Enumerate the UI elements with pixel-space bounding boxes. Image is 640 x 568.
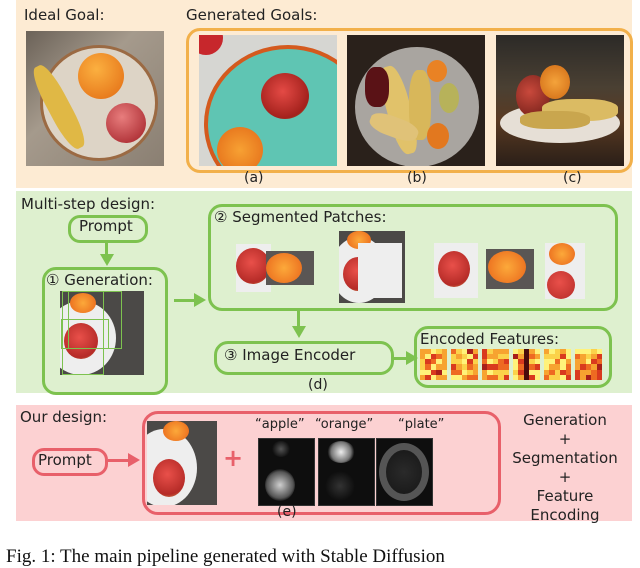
feature-cell xyxy=(565,374,571,380)
arrow-head xyxy=(100,254,114,266)
feature-cell xyxy=(472,374,478,380)
our-design-title: Our design: xyxy=(20,408,108,426)
encoded-features-label: Encoded Features: xyxy=(420,330,559,348)
generated-goals-label: Generated Goals: xyxy=(186,6,318,24)
generated-goal-image-a xyxy=(199,35,337,166)
subfigure-label-e: (e) xyxy=(277,504,297,520)
ideal-goal-image xyxy=(26,31,164,166)
our-design-panel: Our design: Prompt + “apple” “orange” “p… xyxy=(16,405,632,524)
patch-5 xyxy=(486,249,534,289)
patch-4b xyxy=(434,243,478,298)
arrow-head xyxy=(194,293,206,307)
multi-step-title: Multi-step design: xyxy=(21,195,156,213)
feature-cell xyxy=(596,374,602,380)
feature-map xyxy=(451,349,478,380)
plate-mask xyxy=(376,438,433,506)
patch-6 xyxy=(545,243,585,299)
feature-map xyxy=(575,349,602,380)
multi-step-panel: Multi-step design: Prompt ① Generation: … xyxy=(16,191,632,395)
generated-goal-image-b xyxy=(347,35,485,166)
mask-label-apple: “apple” xyxy=(255,417,305,432)
summary-feature-encoding: Feature Encoding xyxy=(530,487,600,524)
generation-to-patches-arrow xyxy=(174,299,196,302)
image-encoder-label: ③ Image Encoder xyxy=(224,346,356,364)
ideal-goal-label: Ideal Goal: xyxy=(24,6,105,24)
feature-map xyxy=(544,349,571,380)
feature-map xyxy=(513,349,540,380)
subfigure-label-a: (a) xyxy=(244,170,264,186)
summary-plus: + xyxy=(558,430,572,448)
generated-image-with-boxes xyxy=(60,291,144,375)
patch-4 xyxy=(358,243,402,298)
subfigure-label-d: (d) xyxy=(308,377,328,393)
arrow-head xyxy=(292,326,306,338)
generated-goal-image-c xyxy=(496,35,624,166)
figure-caption: Fig. 1: The main pipeline generated with… xyxy=(6,546,445,567)
feature-cell xyxy=(534,374,540,380)
summary-plus: + xyxy=(558,468,572,486)
generated-image xyxy=(147,421,217,505)
prompt-label: Prompt xyxy=(79,217,133,235)
prompt-label: Prompt xyxy=(38,451,92,469)
goals-panel: Ideal Goal: Generated Goals: (a) (b) (c) xyxy=(16,0,633,188)
orange-mask xyxy=(318,438,375,506)
generation-label: ① Generation: xyxy=(46,271,153,289)
feature-cell xyxy=(441,374,447,380)
segmented-patches-label: ② Segmented Patches: xyxy=(214,208,387,226)
subfigure-label-b: (b) xyxy=(407,170,427,186)
summary-segmentation: Segmentation xyxy=(512,449,618,467)
plus-sign: + xyxy=(223,444,244,472)
feature-map xyxy=(420,349,447,380)
feature-map xyxy=(482,349,509,380)
summary-generation: Generation xyxy=(523,411,607,429)
mask-label-orange: “orange” xyxy=(315,417,374,432)
feature-cell xyxy=(503,374,509,380)
mask-label-plate: “plate” xyxy=(398,417,445,432)
pipeline-summary: Generation + Segmentation + Feature Enco… xyxy=(500,411,630,525)
apple-mask xyxy=(258,438,315,506)
subfigure-label-c: (c) xyxy=(563,170,582,186)
patch-2 xyxy=(266,251,314,285)
arrow-head xyxy=(128,453,140,467)
prompt-arrow xyxy=(108,459,130,462)
